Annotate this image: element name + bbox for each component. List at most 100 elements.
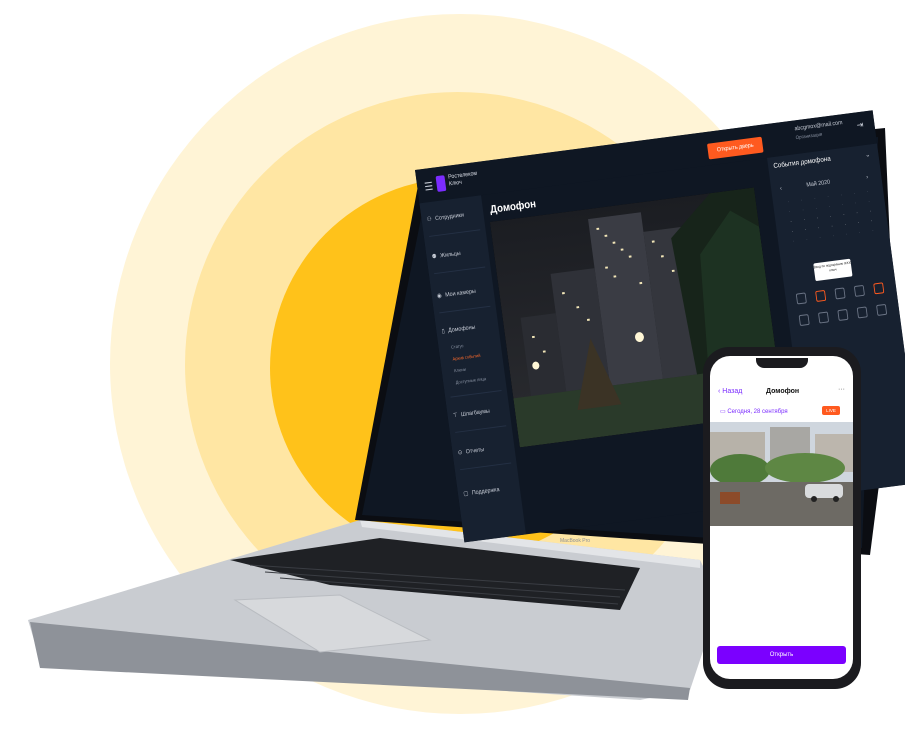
logout-icon[interactable]: ⇥	[856, 119, 864, 131]
calendar-day[interactable]: ·	[797, 216, 811, 223]
sidebar-item-barriers[interactable]: ⊤ Шлагбаумы	[452, 408, 491, 420]
camera-icon: ◉	[436, 293, 443, 300]
calendar-day[interactable]: ·	[800, 236, 814, 243]
sidebar-item-support[interactable]: ▢ Поддержка	[463, 486, 500, 498]
event-phone-icon[interactable]	[798, 314, 810, 327]
sidebar-item-intercoms[interactable]: ▯ Домофоны	[441, 324, 475, 335]
event-door-icon[interactable]	[795, 292, 807, 305]
event-key-icon[interactable]	[834, 287, 846, 300]
barrier-icon: ⊤	[452, 412, 459, 420]
chevron-down-icon[interactable]: ⌄	[865, 150, 871, 159]
calendar-day[interactable]: ·	[784, 218, 798, 225]
calendar-day[interactable]: ·	[861, 188, 875, 195]
sidebar-subitem-keys[interactable]: Ключи	[454, 367, 466, 373]
camera-snapshot[interactable]	[710, 422, 853, 526]
calendar-day[interactable]: ·	[837, 211, 851, 218]
calendar-day[interactable]: ·	[826, 232, 840, 239]
calendar-day[interactable]: ·	[840, 230, 854, 237]
calendar-day[interactable]: ·	[821, 193, 835, 200]
event-person-icon[interactable]	[873, 282, 885, 295]
support-icon: ▢	[463, 491, 469, 498]
more-icon[interactable]: ···	[838, 386, 845, 393]
calendar-day[interactable]: ·	[811, 214, 825, 221]
calendar-day[interactable]: ·	[796, 206, 810, 213]
intercom-icon: ▯	[441, 328, 446, 335]
calendar-day[interactable]: ·	[799, 226, 813, 233]
calendar-day[interactable]: ·	[783, 208, 797, 215]
person-icon: ⚇	[426, 216, 433, 224]
laptop-model-label: MacBook Pro	[560, 538, 590, 544]
calendar-day[interactable]: ·	[822, 203, 836, 210]
calendar-day[interactable]: ·	[850, 209, 864, 216]
logo-icon	[435, 175, 447, 192]
sidebar-item-label: Жильцы	[439, 250, 462, 259]
date-label: Сегодня, 28 сентября	[727, 409, 788, 415]
page-title: Домофон	[489, 198, 537, 216]
event-call-icon[interactable]	[876, 303, 888, 316]
live-badge: LIVE	[822, 406, 840, 415]
sidebar-item-label: Мои камеры	[444, 288, 477, 299]
event-card-icon[interactable]	[853, 284, 865, 297]
divider	[455, 425, 507, 433]
chevron-left-icon[interactable]: ‹	[780, 186, 783, 192]
user-org: Организация	[795, 131, 823, 142]
back-button[interactable]: ‹ Назад	[718, 388, 742, 395]
report-icon: ⊙	[457, 449, 463, 457]
calendar-day[interactable]: ·	[866, 227, 880, 234]
event-alert-icon[interactable]	[815, 289, 827, 302]
sidebar-item-label: Шлагбаумы	[460, 408, 491, 418]
date-selector[interactable]: ▭ Сегодня, 28 сентября	[720, 408, 788, 415]
calendar-day[interactable]: ·	[787, 237, 801, 244]
daytime-yard-image	[710, 422, 853, 526]
event-door-icon[interactable]	[818, 311, 830, 324]
calendar-day[interactable]: ·	[825, 222, 839, 229]
sidebar-item-label: Домофоны	[447, 324, 476, 334]
phone-notch	[756, 358, 808, 368]
calendar-day[interactable]: ·	[853, 229, 867, 236]
divider	[460, 462, 512, 471]
divider	[434, 266, 486, 275]
calendar-day[interactable]: ·	[809, 204, 823, 211]
people-icon: ⚉	[431, 253, 438, 261]
calendar-day[interactable]: ·	[865, 217, 879, 224]
sidebar-subitem-status[interactable]: Статус	[451, 343, 464, 350]
sidebar-item-residents[interactable]: ⚉ Жильцы	[431, 250, 462, 261]
calendar-month: Май 2020	[806, 179, 831, 189]
brand-name: Ростелеком Ключ	[447, 170, 478, 188]
event-card-icon[interactable]	[856, 306, 868, 319]
sidebar-item-employees[interactable]: ⚇ Сотрудники	[426, 212, 465, 224]
sidebar-item-reports[interactable]: ⊙ Отчеты	[457, 446, 485, 457]
sidebar-subitem-events[interactable]: Архив событий	[452, 353, 480, 362]
calendar-day[interactable]: ·	[813, 234, 827, 241]
sidebar-subitem-faces[interactable]: Доступные лица	[455, 376, 486, 385]
sidebar-item-label: Поддержка	[471, 486, 500, 497]
calendar-day[interactable]: ·	[863, 207, 877, 214]
calendar-day[interactable]: ·	[851, 219, 865, 226]
calendar-day[interactable]: ·	[834, 191, 848, 198]
open-door-button[interactable]: Открыть дверь	[706, 136, 764, 160]
calendar-day[interactable]: ·	[785, 228, 799, 235]
calendar-day[interactable]: ·	[782, 198, 796, 205]
calendar-day[interactable]: ·	[812, 224, 826, 231]
chevron-right-icon[interactable]: ›	[866, 175, 869, 181]
divider	[429, 229, 481, 237]
divider	[439, 305, 491, 314]
calendar-day[interactable]: ·	[808, 195, 822, 202]
open-button[interactable]: Открыть	[717, 646, 846, 664]
phone-title: Домофон	[766, 388, 800, 395]
event-key-icon[interactable]	[837, 308, 849, 321]
menu-icon[interactable]: ☰	[424, 180, 434, 194]
calendar-day[interactable]: ·	[849, 199, 863, 206]
events-panel-title: События домофона	[773, 155, 832, 170]
calendar-day[interactable]: ·	[836, 201, 850, 208]
calendar-day[interactable]: ·	[848, 190, 862, 197]
calendar-day[interactable]: ·	[824, 213, 838, 220]
calendar-day[interactable]: ·	[838, 221, 852, 228]
user-email: abcgmox@mail.com	[794, 120, 843, 133]
calendar-grid: · · · · · · · · · · · · · · · · · · · · · · · · · · · · · · · · · · ·	[782, 188, 880, 244]
divider	[450, 390, 502, 398]
calendar-day[interactable]: ·	[795, 196, 809, 203]
sidebar-item-cameras[interactable]: ◉ Мои камеры	[436, 288, 477, 300]
calendar-day[interactable]: ·	[862, 198, 876, 205]
back-label: Назад	[722, 388, 743, 395]
